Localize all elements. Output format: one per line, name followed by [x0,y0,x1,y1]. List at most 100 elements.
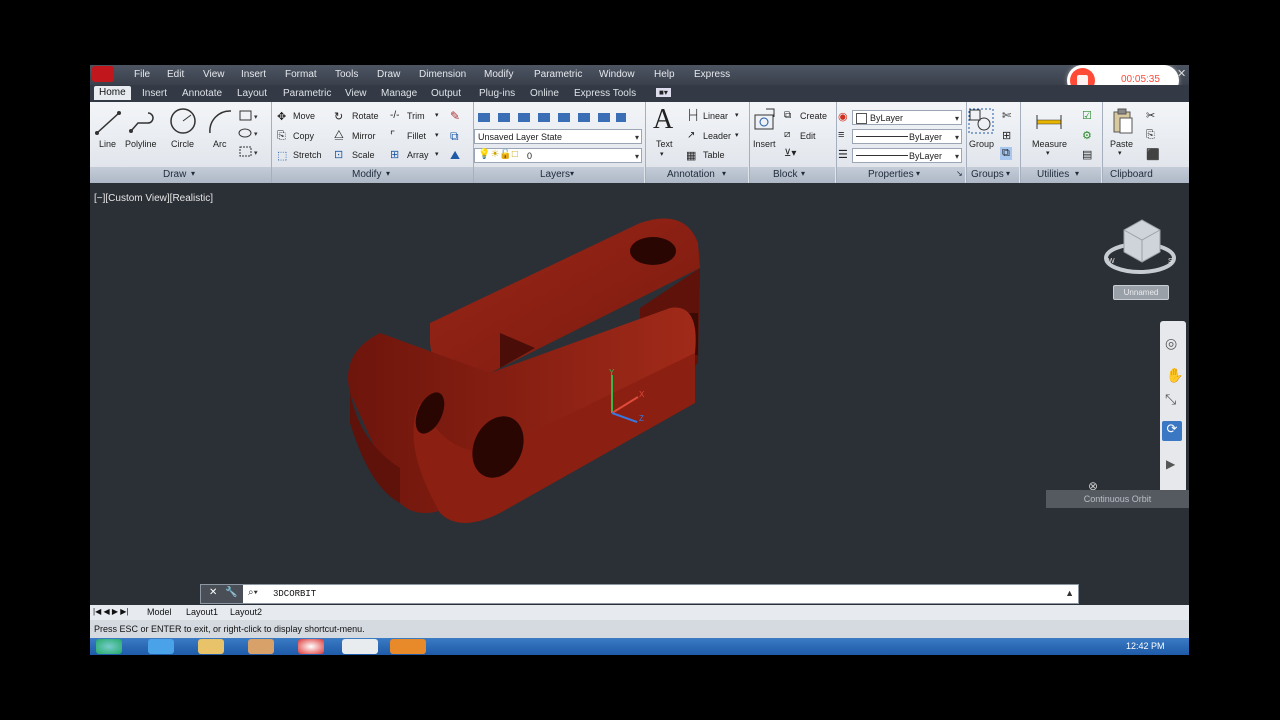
linear-icon[interactable]: ├┤ [686,110,700,121]
tab-model[interactable]: Model [147,607,172,617]
menu-view[interactable]: View [203,69,225,80]
command-input[interactable]: 3DCORBIT [273,589,316,599]
menu-help[interactable]: Help [654,69,675,80]
draw-panel-expand-icon[interactable]: ▾ [191,169,195,178]
ribbon-options-icon[interactable]: ■▾ [656,88,671,97]
calculator-icon[interactable]: ⚙ [1082,129,1092,142]
paste-button-label[interactable]: Paste [1110,139,1133,149]
group-selection-icon[interactable]: ⧉ [1000,147,1012,160]
tab-insert[interactable]: Insert [142,88,167,99]
properties-dialog-launcher-icon[interactable]: ↘ [956,169,963,178]
menu-parametric[interactable]: Parametric [534,69,582,80]
lineweight-icon[interactable]: ☰ [838,148,848,161]
media-player-icon[interactable] [248,639,274,654]
viewport-controls-label[interactable]: [−][Custom View][Realistic] [94,193,213,204]
layout-nav-icon[interactable]: |◀ ◀ ▶ ▶| [93,607,128,616]
command-line[interactable]: ✕ 🔧 ⌕▾ 3DCORBIT ▲ [200,584,1079,604]
linear-button[interactable]: Linear [703,111,728,121]
leader-button[interactable]: Leader [703,131,731,141]
menu-window[interactable]: Window [599,69,635,80]
scale-icon[interactable]: ⊡ [334,148,343,161]
line-icon[interactable] [94,109,122,137]
leader-dropdown-icon[interactable]: ▾ [735,131,739,139]
pan-icon[interactable]: ✋ [1166,367,1183,384]
create-block-button[interactable]: Create [800,111,827,121]
erase-icon[interactable]: ✎ [450,109,460,123]
group-icon[interactable] [968,108,994,134]
ungroup-icon[interactable]: ✄ [1002,109,1011,122]
drawing-viewport[interactable]: [−][Custom View][Realistic] Y X Z W S Un… [90,185,1189,605]
array-dropdown-icon[interactable]: ▾ [435,150,439,158]
leader-icon[interactable]: ↗ [687,130,695,141]
insert-block-icon[interactable] [752,107,778,133]
file-explorer-icon[interactable] [198,639,224,654]
mirror-icon[interactable]: ⧋ [334,129,344,142]
menu-file[interactable]: File [134,69,150,80]
move-button[interactable]: Move [293,111,315,121]
paste-dropdown-icon[interactable]: ▾ [1118,149,1122,157]
rotate-button[interactable]: Rotate [352,111,379,121]
properties-panel-expand-icon[interactable]: ▾ [916,169,920,178]
linetype-icon[interactable]: ≡ [838,129,844,141]
tab-layout[interactable]: Layout [237,88,267,99]
tab-parametric[interactable]: Parametric [283,88,331,99]
tab-layout2[interactable]: Layout2 [230,607,262,617]
viewcube[interactable]: W S [1102,210,1178,278]
polyline-icon[interactable] [128,109,156,137]
menu-edit[interactable]: Edit [167,69,184,80]
groups-panel-title[interactable]: Groups [971,169,1004,180]
annotation-panel-expand-icon[interactable]: ▾ [722,169,726,178]
block-attributes-icon[interactable]: ⊻▾ [784,148,796,159]
explode-icon[interactable]: ⧉ [450,129,459,144]
menu-format[interactable]: Format [285,69,317,80]
cut-icon[interactable]: ✂ [1146,109,1155,122]
start-button[interactable] [96,639,122,654]
copy-icon[interactable]: ⎘ [277,130,286,143]
tab-view[interactable]: View [345,88,367,99]
mirror-button[interactable]: Mirror [352,131,376,141]
command-history-icon[interactable]: ▲ [1065,588,1074,598]
offset-icon[interactable]: ⛰ [450,148,460,163]
fillet-dropdown-icon[interactable]: ▾ [435,131,439,139]
menu-dimension[interactable]: Dimension [419,69,466,80]
tab-annotate[interactable]: Annotate [182,88,222,99]
menu-express[interactable]: Express [694,69,730,80]
modify-panel-title[interactable]: Modify [352,169,381,180]
tab-online[interactable]: Online [530,88,559,99]
fillet-button[interactable]: Fillet [407,131,426,141]
close-icon[interactable]: ✕ [1177,67,1186,80]
scale-button[interactable]: Scale [352,150,375,160]
color-dropdown[interactable]: ByLayer ▾ [852,110,962,125]
tab-layout1[interactable]: Layout1 [186,607,218,617]
layers-panel-expand-icon[interactable]: ▾ [570,169,574,178]
clipboard-panel-title[interactable]: Clipboard [1110,169,1153,180]
text-dropdown-icon[interactable]: ▾ [660,150,664,158]
modify-panel-expand-icon[interactable]: ▾ [386,169,390,178]
block-panel-expand-icon[interactable]: ▾ [801,169,805,178]
menu-modify[interactable]: Modify [484,69,513,80]
menu-insert[interactable]: Insert [241,69,266,80]
linear-dropdown-icon[interactable]: ▾ [735,111,739,119]
3d-model-clevis[interactable] [340,213,760,543]
layer-tools-icon[interactable] [476,109,628,125]
zoom-extents-icon[interactable]: ⤡ [1165,391,1176,408]
measure-button-label[interactable]: Measure [1032,139,1067,149]
circle-button-label[interactable]: Circle [171,139,194,149]
array-button[interactable]: Array [407,150,429,160]
menu-draw[interactable]: Draw [377,69,400,80]
table-button[interactable]: Table [703,150,725,160]
id-point-icon[interactable]: ▤ [1082,148,1092,161]
quick-select-icon[interactable]: ☑ [1082,109,1092,122]
edit-block-icon[interactable]: ⧄ [784,129,790,140]
paste-icon[interactable] [1111,107,1135,135]
stretch-button[interactable]: Stretch [293,150,322,160]
tab-express-tools[interactable]: Express Tools [574,88,636,99]
draw-panel-title[interactable]: Draw [163,169,186,180]
autocad-taskbar-icon[interactable] [342,639,378,654]
measure-icon[interactable] [1035,112,1063,132]
fillet-icon[interactable]: ⌜ [390,129,395,142]
stretch-icon[interactable]: ⬚ [277,149,287,162]
orbit-icon[interactable]: ⟳ [1162,421,1182,441]
draw-small-tools-icon[interactable]: ▾ ▾ ▾ [238,109,262,165]
layers-panel-title[interactable]: Layers [540,169,570,180]
